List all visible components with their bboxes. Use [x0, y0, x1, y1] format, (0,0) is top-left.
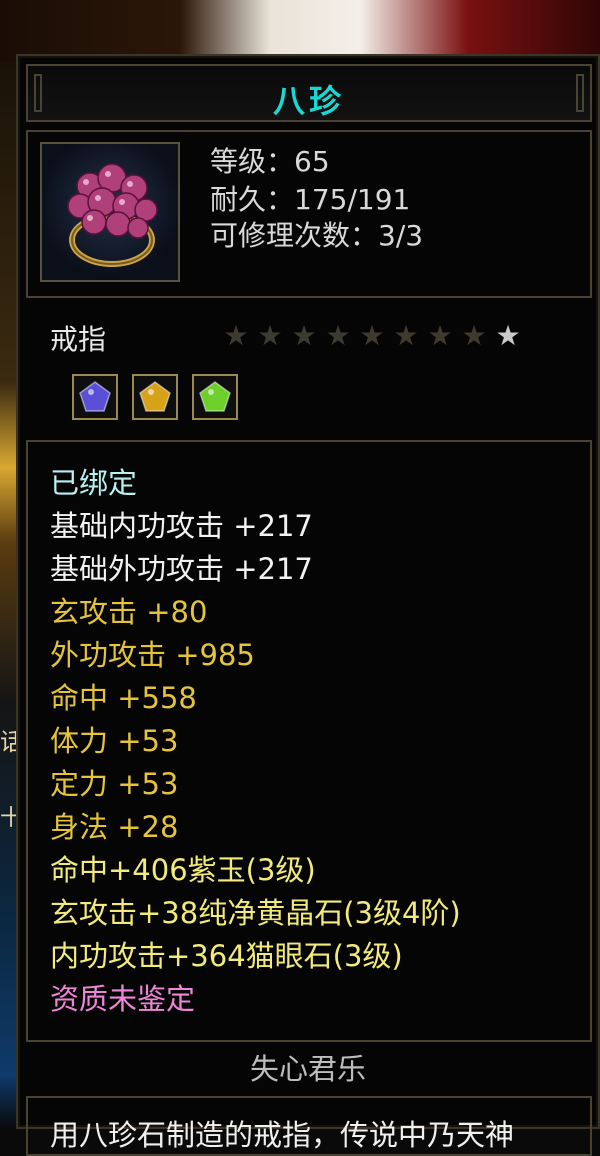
stat-line: 已绑定: [50, 466, 138, 500]
star-rating: ★ ★ ★ ★ ★ ★ ★ ★ ★: [222, 318, 522, 354]
stat-line: 体力 +53: [50, 724, 179, 758]
star-icon: ★: [427, 319, 453, 352]
stat-line: 身法 +28: [50, 810, 179, 844]
item-type: 戒指: [50, 323, 107, 356]
star-icon: ★: [495, 319, 521, 352]
star-icon: ★: [223, 319, 249, 352]
stat-line: 玄攻击+38纯净黄晶石(3级4阶): [50, 896, 461, 930]
item-description: 用八珍石制造的戒指，传说中乃天神: [50, 1118, 515, 1152]
star-icon: ★: [257, 319, 283, 352]
star-icon: ★: [461, 319, 487, 352]
item-name: 八珍: [272, 82, 345, 120]
title-bar: 八珍: [26, 64, 592, 122]
stat-line: 玄攻击 +80: [50, 595, 208, 629]
stat-line: 内功攻击+364猫眼石(3级): [50, 939, 403, 973]
stat-line: 资质未鉴定: [50, 982, 196, 1016]
star-icon: ★: [359, 319, 385, 352]
cats-eye-gem-icon[interactable]: [192, 374, 238, 420]
background-scene: [0, 0, 600, 62]
item-header-panel: 等级：65 耐久：175/191 可修理次数：3/3: [26, 130, 592, 298]
item-level: 等级：65: [210, 145, 330, 178]
stat-line: 命中+406紫玉(3级): [50, 853, 316, 887]
star-icon: ★: [393, 319, 419, 352]
yellow-crystal-gem-icon[interactable]: [132, 374, 178, 420]
stat-line: 命中 +558: [50, 681, 197, 715]
stat-line: 基础外功攻击 +217: [50, 552, 313, 586]
item-tooltip: 八珍 等级：65 耐久：175/191 可修理次数：3/3 戒指 ★ ★ ★ ★…: [16, 54, 600, 1156]
stat-line: 基础内功攻击 +217: [50, 509, 313, 543]
stat-line: 定力 +53: [50, 767, 179, 801]
item-repair-count: 可修理次数：3/3: [210, 219, 424, 252]
stat-line: 外功攻击 +985: [50, 638, 255, 672]
ring-icon: [40, 142, 180, 282]
star-icon: ★: [291, 319, 317, 352]
description-panel: 用八珍石制造的戒指，传说中乃天神: [26, 1096, 592, 1156]
item-durability: 耐久：175/191: [210, 183, 411, 216]
stats-panel: 已绑定基础内功攻击 +217 基础外功攻击 +217 玄攻击 +80 外功攻击 +98…: [26, 440, 592, 1042]
star-icon: ★: [325, 319, 351, 352]
purple-gem-icon[interactable]: [72, 374, 118, 420]
designer-name: 失心君乐: [249, 1052, 366, 1086]
gem-slots: [72, 374, 238, 420]
